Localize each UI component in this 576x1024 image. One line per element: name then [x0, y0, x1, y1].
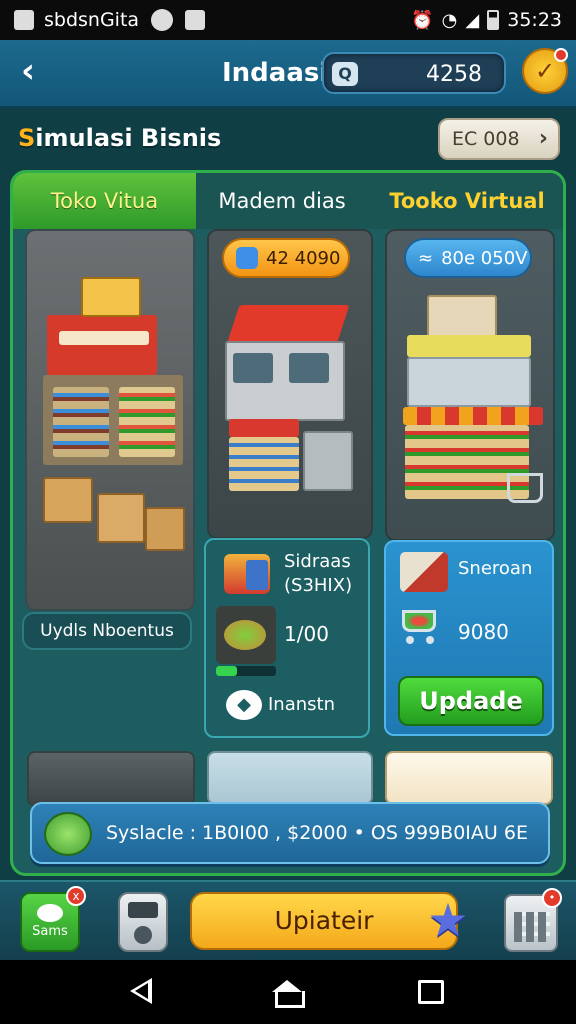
- nav-recent-icon[interactable]: [418, 980, 444, 1004]
- search-value: 4258: [426, 62, 482, 87]
- signal-icon: ◢: [465, 9, 480, 31]
- top-pill-button[interactable]: EC 008 ›: [438, 118, 560, 160]
- music-icon: [151, 9, 174, 31]
- warehouse-store-image: [35, 271, 185, 591]
- navigation-bar: [0, 960, 576, 1024]
- shopping-cart-icon: [398, 604, 442, 644]
- middle-progress-fill: [216, 666, 237, 676]
- store-button-label: Sams: [32, 924, 68, 939]
- status-time: 35:23: [507, 9, 562, 31]
- check-badge-icon[interactable]: ✓: [522, 48, 568, 94]
- supermarket-image: [397, 291, 547, 521]
- summary-bar: Syslacle : 1B0I00 , $2000 • OS 999B0IAU …: [30, 802, 550, 864]
- section-title-rest: imulasi Bisnis: [35, 124, 222, 152]
- price-pill-right-label: 80e 050V: [441, 247, 528, 269]
- food-icon: [216, 606, 276, 664]
- register-screen-icon: [128, 902, 158, 918]
- calculator-badge: •: [542, 888, 562, 908]
- game-screen: sbdsnGita ⏰ ◔ ◢ 35:23 ‹ Indaasi Q 4258 ✓…: [0, 0, 576, 1024]
- page-title: Indaasi: [222, 58, 329, 88]
- package-icon: [400, 552, 448, 592]
- nav-home-icon[interactable]: [272, 980, 305, 1008]
- back-button[interactable]: ‹: [10, 52, 46, 92]
- middle-footer-label: Inanstn: [268, 694, 335, 715]
- summary-text: Syslacle : 1B0I00 , $2000 • OS 999B0IAU …: [106, 822, 528, 844]
- thumbnail-left[interactable]: [27, 751, 195, 807]
- thumbnail-middle[interactable]: [207, 751, 373, 805]
- chevron-right-icon: ›: [538, 126, 548, 151]
- cabbage-icon: [44, 812, 92, 856]
- tab-toko-vitua[interactable]: Toko Vitua: [13, 173, 196, 229]
- calculator-button[interactable]: •: [504, 888, 562, 952]
- middle-progress-bar: [216, 666, 276, 676]
- calculator-icon: [514, 912, 550, 942]
- alarm-icon: ⏰: [411, 9, 434, 31]
- middle-stats-panel: Sidraas (S3HIX) 1/00 ◆ Inanstn: [204, 538, 370, 738]
- register-knob-icon: [134, 926, 152, 944]
- tab-tooko-virtual[interactable]: Tooko Virtual: [368, 173, 563, 229]
- right-stats-panel: Sneroan 9080 Updade: [384, 540, 554, 736]
- tab-madem-dias[interactable]: Madem dias: [196, 173, 368, 229]
- right-stat-value: 9080: [458, 620, 509, 644]
- middle-product-name-line1: Sidraas: [284, 551, 351, 572]
- bottom-action-bar: Sams x Upiateir ★ •: [0, 880, 576, 960]
- status-bar: sbdsnGita ⏰ ◔ ◢ 35:23: [0, 0, 576, 40]
- nav-back-icon[interactable]: [130, 978, 152, 1004]
- app-image-icon: [14, 10, 34, 30]
- wave-icon: ≈: [418, 247, 434, 269]
- thumbnail-right[interactable]: [385, 751, 553, 805]
- soap-icon: [37, 904, 63, 922]
- right-product-name: Sneroan: [458, 558, 533, 579]
- section-title-initial: S: [18, 124, 36, 152]
- notification-icon: [185, 10, 206, 30]
- store-badge: x: [66, 886, 86, 906]
- header: ‹ Indaasi Q 4258 ✓: [0, 40, 576, 108]
- price-pill-middle-label: 42 4090: [266, 247, 341, 269]
- storefront-image: [219, 291, 365, 511]
- status-app-name: sbdsnGita: [44, 9, 140, 31]
- middle-product-name: Sidraas (S3HIX): [284, 550, 352, 598]
- store-button[interactable]: Sams x: [20, 886, 86, 952]
- update-button[interactable]: Updade: [398, 676, 544, 726]
- middle-product-name-line2: (S3HIX): [284, 575, 353, 596]
- top-pill-label: EC 008: [452, 128, 520, 150]
- store-card-left[interactable]: [25, 229, 195, 611]
- middle-stat-value: 1/00: [284, 622, 329, 646]
- price-pill-right[interactable]: ≈ 80e 050V: [404, 238, 532, 278]
- notification-dot: [554, 48, 568, 62]
- search-icon: Q: [332, 62, 358, 86]
- star-icon[interactable]: ★: [424, 896, 472, 944]
- main-update-button[interactable]: Upiateir: [190, 892, 458, 950]
- section-title: Simulasi Bisnis: [18, 124, 221, 152]
- status-right: ⏰ ◔ ◢ 35:23: [411, 9, 562, 31]
- price-pill-middle[interactable]: 42 4090: [222, 238, 350, 278]
- product-box-icon: [224, 554, 270, 594]
- wifi-icon: ◔: [441, 9, 458, 31]
- cube-icon: [236, 247, 258, 269]
- register-button[interactable]: [118, 892, 168, 952]
- location-pin-icon: ◆: [226, 690, 262, 720]
- chevron-left-icon: ‹: [20, 51, 35, 91]
- battery-icon: [487, 10, 500, 30]
- left-store-label[interactable]: Uydls Nboentus: [22, 612, 192, 650]
- search-input[interactable]: Q 4258: [322, 52, 506, 94]
